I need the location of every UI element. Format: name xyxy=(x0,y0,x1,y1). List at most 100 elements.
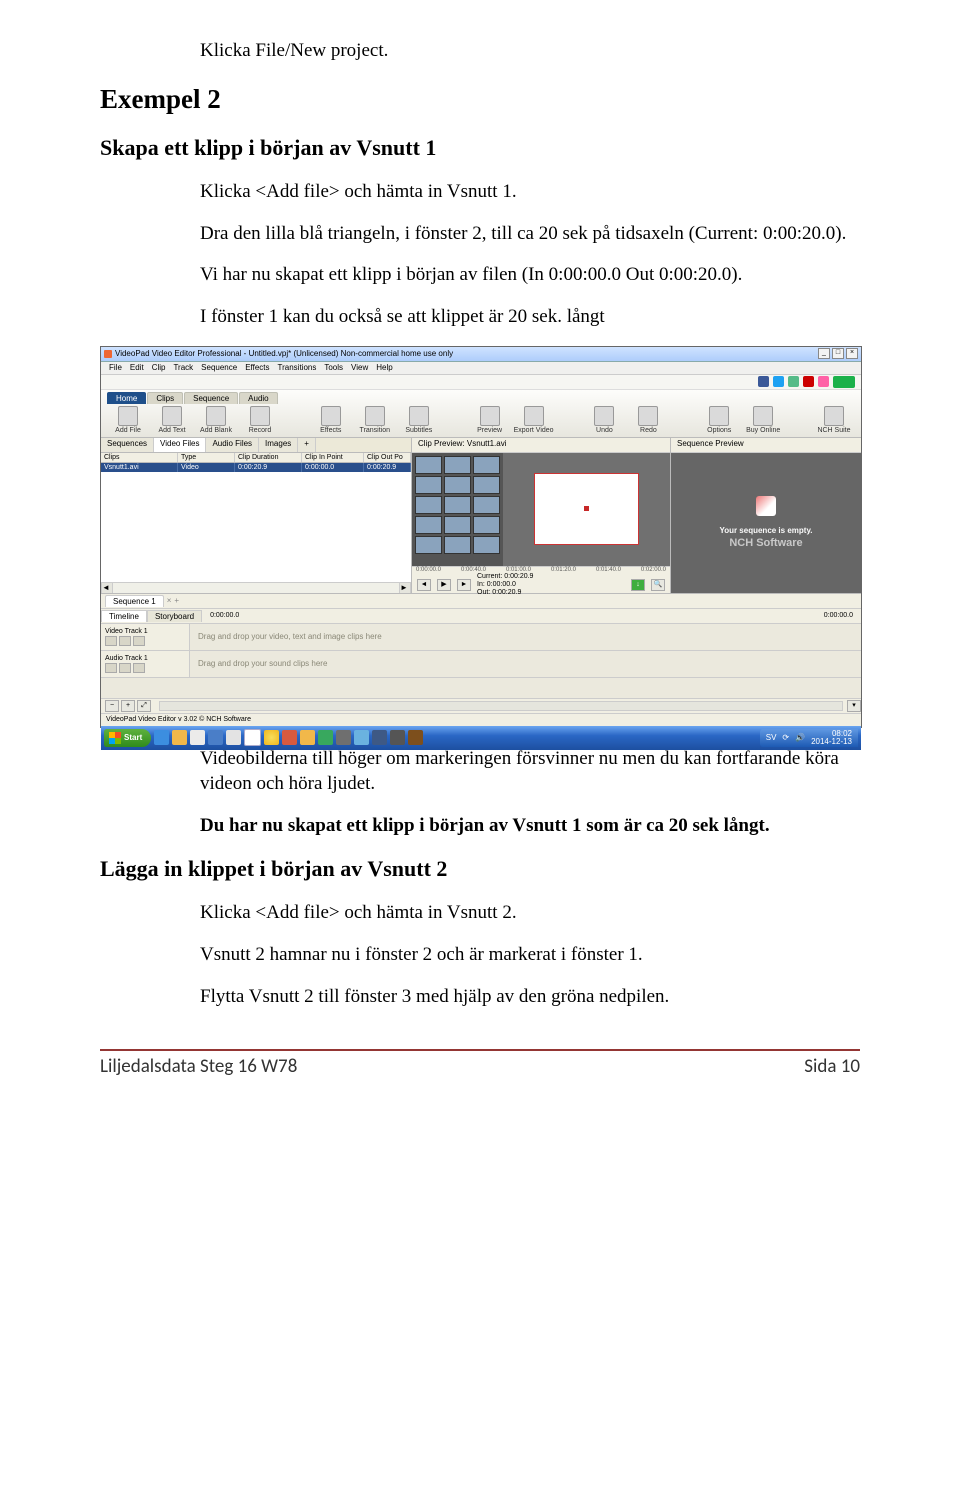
heading-lagga-in: Lägga in klippet i början av Vsnutt 2 xyxy=(100,856,860,882)
export-video-button[interactable]: Export Video xyxy=(513,406,555,434)
options-button[interactable]: Options xyxy=(698,406,740,434)
preview-button[interactable]: Preview xyxy=(469,406,511,434)
sequence-tab[interactable]: Sequence 1 xyxy=(105,595,164,607)
ribbon-tab-home[interactable]: Home xyxy=(107,392,146,404)
app-icon xyxy=(104,350,112,358)
zoom-button[interactable]: 🔍 xyxy=(651,579,665,591)
language-indicator[interactable]: SV xyxy=(766,733,777,742)
taskbar-videopad-icon[interactable] xyxy=(408,730,423,745)
taskbar-folder-icon[interactable] xyxy=(172,730,187,745)
palette-tab-video-files[interactable]: Video Files xyxy=(154,438,206,452)
paragraph-klipp-result: Du har nu skapat ett klipp i början av V… xyxy=(200,813,860,839)
redo-button[interactable]: Redo xyxy=(627,406,669,434)
clip-list-scrollbar[interactable]: ◄► xyxy=(101,582,411,593)
taskbar-ie-icon[interactable] xyxy=(154,730,169,745)
palette-tab-sequences[interactable]: Sequences xyxy=(101,438,154,452)
taskbar-gray-icon[interactable] xyxy=(336,730,351,745)
maximize-button[interactable]: □ xyxy=(832,348,844,359)
menu-tools[interactable]: Tools xyxy=(324,363,343,372)
nch-software-text: NCH Software xyxy=(729,537,802,549)
video-track[interactable]: Video Track 1 Drag and drop your video, … xyxy=(101,624,861,651)
insert-clip-button[interactable]: ↓ xyxy=(631,579,645,591)
menu-transitions[interactable]: Transitions xyxy=(278,363,317,372)
zoom-in-button[interactable]: + xyxy=(121,700,135,712)
twitter-icon[interactable] xyxy=(773,376,784,387)
menu-sequence[interactable]: Sequence xyxy=(201,363,237,372)
ribbon-tab-audio[interactable]: Audio xyxy=(239,392,277,404)
next-frame-button[interactable]: ► xyxy=(457,579,471,591)
clip-row-selected[interactable]: Vsnutt1.avi Video 0:00:20.9 0:00:00.0 0:… xyxy=(101,463,411,472)
menu-help[interactable]: Help xyxy=(376,363,392,372)
video-drop-hint: Drag and drop your video, text and image… xyxy=(190,624,861,650)
taskbar-chrome-icon[interactable] xyxy=(264,730,279,745)
record-button[interactable]: Record xyxy=(239,406,281,434)
prev-frame-button[interactable]: ◄ xyxy=(417,579,431,591)
menu-effects[interactable]: Effects xyxy=(245,363,269,372)
add-file-button[interactable]: Add File xyxy=(107,406,149,434)
paragraph-fonster1: I fönster 1 kan du också se att klippet … xyxy=(200,304,860,330)
sequence-close-icon[interactable]: × xyxy=(167,596,172,605)
timeline-scrollbar[interactable] xyxy=(159,701,843,711)
taskbar-word-icon[interactable] xyxy=(244,729,261,746)
add-blank-button[interactable]: Add Blank xyxy=(195,406,237,434)
paragraph-addfile2: Klicka <Add file> och hämta in Vsnutt 2. xyxy=(200,900,860,926)
taskbar-mic-icon[interactable] xyxy=(390,730,405,745)
timeline-down-button[interactable]: ▾ xyxy=(847,700,861,712)
menu-file[interactable]: File xyxy=(109,363,122,372)
undo-button[interactable]: Undo xyxy=(583,406,625,434)
menu-clip[interactable]: Clip xyxy=(152,363,166,372)
taskbar-app-icon[interactable] xyxy=(190,730,205,745)
menu-edit[interactable]: Edit xyxy=(130,363,144,372)
share-bar xyxy=(101,375,861,390)
facebook-icon[interactable] xyxy=(758,376,769,387)
zoom-out-button[interactable]: − xyxy=(105,700,119,712)
ribbon-tab-clips[interactable]: Clips xyxy=(147,392,183,404)
nch-suite-button[interactable]: NCH Suite xyxy=(813,406,855,434)
buy-online-button[interactable]: Buy Online xyxy=(742,406,784,434)
start-button[interactable]: Start xyxy=(104,729,151,747)
add-text-button[interactable]: Add Text xyxy=(151,406,193,434)
palette-tab-audio-files[interactable]: Audio Files xyxy=(206,438,259,452)
taskbar-excel-icon[interactable] xyxy=(318,730,333,745)
audio-track-label: Audio Track 1 xyxy=(105,655,185,662)
effects-button[interactable]: Effects xyxy=(310,406,352,434)
ribbon-tab-sequence[interactable]: Sequence xyxy=(184,392,238,404)
taskbar-outlook-icon[interactable] xyxy=(208,730,223,745)
taskbar-folder2-icon[interactable] xyxy=(300,730,315,745)
system-clock[interactable]: 08:02 2014-12-13 xyxy=(811,730,852,746)
share-button[interactable] xyxy=(833,376,855,388)
preview-title: Clip Preview: Vsnutt1.avi xyxy=(412,438,670,453)
taskbar-powerpoint-icon[interactable] xyxy=(282,730,297,745)
transition-button[interactable]: Transition xyxy=(354,406,396,434)
minimize-button[interactable]: _ xyxy=(818,348,830,359)
menu-track[interactable]: Track xyxy=(173,363,193,372)
taskbar-notepad-icon[interactable] xyxy=(226,730,241,745)
heading-skapa: Skapa ett klipp i början av Vsnutt 1 xyxy=(100,135,860,161)
taskbar-blue-icon[interactable] xyxy=(372,730,387,745)
taskbar-sky-icon[interactable] xyxy=(354,730,369,745)
close-button[interactable]: × xyxy=(846,348,858,359)
paragraph-flytta: Flytta Vsnutt 2 till fönster 3 med hjälp… xyxy=(200,984,860,1010)
palette-tab-images[interactable]: Images xyxy=(259,438,298,452)
clip-list-header: Clips Type Clip Duration Clip In Point C… xyxy=(101,453,411,463)
palette-tab-add[interactable]: + xyxy=(298,438,316,452)
status-bar: VideoPad Video Editor v 3.02 © NCH Softw… xyxy=(101,713,861,726)
ribbon: Home Clips Sequence Audio Add File Add T… xyxy=(101,390,861,438)
audio-drop-hint: Drag and drop your sound clips here xyxy=(190,651,861,677)
menu-view[interactable]: View xyxy=(351,363,368,372)
nch-logo-icon xyxy=(756,496,776,516)
storyboard-mode-tab[interactable]: Storyboard xyxy=(147,610,202,622)
flickr-icon[interactable] xyxy=(818,376,829,387)
clip-preview-panel: Clip Preview: Vsnutt1.avi 0: xyxy=(412,438,671,593)
timeline-mode-tab[interactable]: Timeline xyxy=(101,610,147,622)
youtube-icon[interactable] xyxy=(803,376,814,387)
clip-bin-panel: Sequences Video Files Audio Files Images… xyxy=(101,438,412,593)
footer-divider xyxy=(100,1049,860,1051)
googleplus-icon[interactable] xyxy=(788,376,799,387)
footer-left: Liljedalsdata Steg 16 W78 xyxy=(100,1055,297,1078)
zoom-fit-button[interactable]: ⤢ xyxy=(137,700,151,712)
audio-track[interactable]: Audio Track 1 Drag and drop your sound c… xyxy=(101,651,861,678)
sequence-add-icon[interactable]: + xyxy=(174,596,179,605)
play-button[interactable]: ▶ xyxy=(437,579,451,591)
subtitles-button[interactable]: Subtitles xyxy=(398,406,440,434)
